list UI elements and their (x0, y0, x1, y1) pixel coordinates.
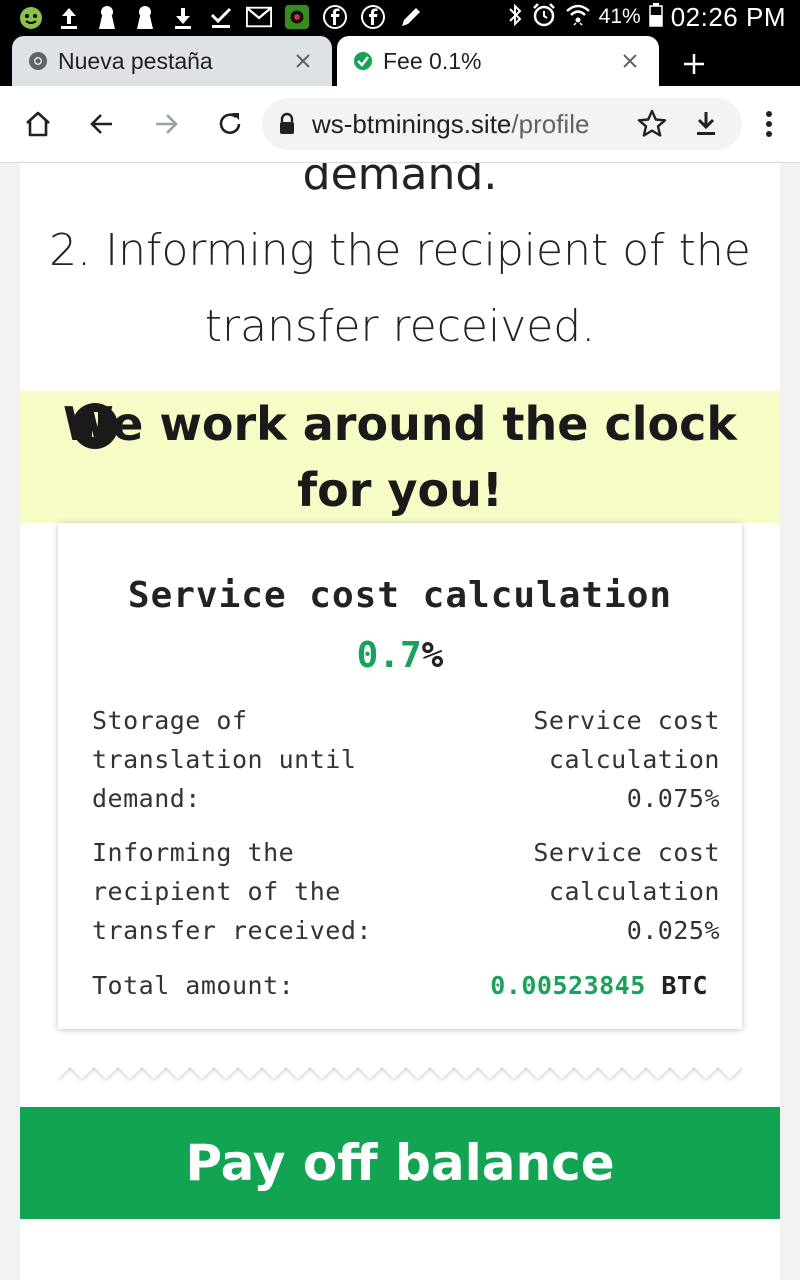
more-vert-icon (766, 111, 772, 137)
percent-value: 0.7 (356, 635, 422, 676)
row-label: Storage of translation until demand: (92, 706, 357, 813)
pay-off-balance-button[interactable]: Pay off balance (20, 1107, 780, 1219)
bluetooth-icon (507, 3, 523, 32)
receipt-row: Informing the recipient of the transfer … (92, 833, 720, 953)
star-icon[interactable] (636, 108, 668, 140)
url-path: /profile (511, 109, 590, 139)
system-status: 41% 02:26 PM (507, 0, 786, 34)
gmail-icon (246, 4, 272, 30)
tab-nueva-pestana[interactable]: Nueva pestaña (12, 36, 332, 86)
pen-icon (398, 4, 424, 30)
tab-fee[interactable]: Fee 0.1% (337, 36, 659, 86)
total-value: 0.00523845 (490, 971, 646, 1000)
app-icon (284, 4, 310, 30)
step-2-text: 2. Informing the recipient of the transf… (49, 225, 751, 352)
total-currency: BTC (661, 971, 708, 1000)
tab-title: Fee 0.1% (383, 47, 482, 74)
tab-strip: Nueva pestaña Fee 0.1% (0, 34, 800, 86)
reload-icon (219, 113, 241, 134)
receipt-title: Service cost calculation (127, 575, 673, 616)
download-done-icon (208, 4, 234, 30)
content-card: demand. 2. Informing the recipient of th… (20, 163, 780, 1280)
menu-button[interactable] (752, 104, 786, 144)
address-bar[interactable]: ws-btminings.site/profile (262, 98, 742, 150)
arrow-left-icon (90, 114, 112, 134)
receipt-card: Service cost calculation 0.7% Storage of… (58, 523, 742, 1029)
receipt-row: Storage of translation until demand: Ser… (92, 701, 720, 821)
receipt-torn-edge (58, 1049, 742, 1079)
total-label: Total amount: (92, 971, 295, 1000)
total-row: Total amount: 0.00523845 BTC (92, 971, 708, 1011)
partial-text-line: demand. (302, 163, 498, 200)
wifi-icon (565, 3, 591, 32)
info-banner: ! We work around the clock for you! (20, 391, 780, 523)
web-page: demand. 2. Informing the recipient of th… (0, 163, 800, 1280)
reload-button[interactable] (210, 104, 250, 144)
new-tab-button[interactable] (672, 42, 716, 86)
clock: 02:26 PM (670, 1, 786, 32)
status-bar: 41% 02:26 PM (0, 0, 800, 34)
tab-title: Nueva pestaña (58, 47, 213, 74)
forward-button[interactable] (146, 104, 186, 144)
row-value: Service cost calculation 0.025% (533, 838, 720, 945)
home-button[interactable] (18, 104, 58, 144)
url-text[interactable]: ws-btminings.site/profile (312, 98, 612, 150)
banner-text: We work around the clock for you! (63, 397, 737, 517)
check-circle-icon (353, 51, 373, 71)
home-icon (26, 111, 50, 137)
keyhole-icon (132, 4, 158, 30)
lock-icon (278, 112, 300, 136)
upload-icon (56, 4, 82, 30)
plus-icon (684, 54, 704, 74)
facebook-icon (322, 4, 348, 30)
receipt-percent: 0.7% (58, 635, 742, 676)
browser-toolbar: ws-btminings.site/profile (0, 86, 800, 163)
chrome-icon (28, 51, 48, 71)
back-button[interactable] (82, 104, 122, 144)
download-icon (170, 4, 196, 30)
facebook-icon (360, 4, 386, 30)
alarm-icon (531, 2, 557, 33)
arrow-right-icon (156, 114, 178, 134)
notification-icons (18, 2, 424, 32)
keyhole-icon (94, 4, 120, 30)
close-icon[interactable] (288, 46, 318, 76)
battery-icon (648, 2, 663, 32)
row-value: Service cost calculation 0.075% (533, 706, 720, 813)
download-icon[interactable] (690, 108, 722, 140)
url-host: ws-btminings.site (312, 109, 512, 139)
close-icon[interactable] (615, 46, 645, 76)
total-amount: 0.00523845 BTC (490, 971, 708, 1000)
android-icon (18, 4, 44, 30)
percent-sign: % (421, 635, 444, 676)
row-label: Informing the recipient of the transfer … (92, 838, 372, 945)
battery-percent: 41% (598, 5, 641, 28)
